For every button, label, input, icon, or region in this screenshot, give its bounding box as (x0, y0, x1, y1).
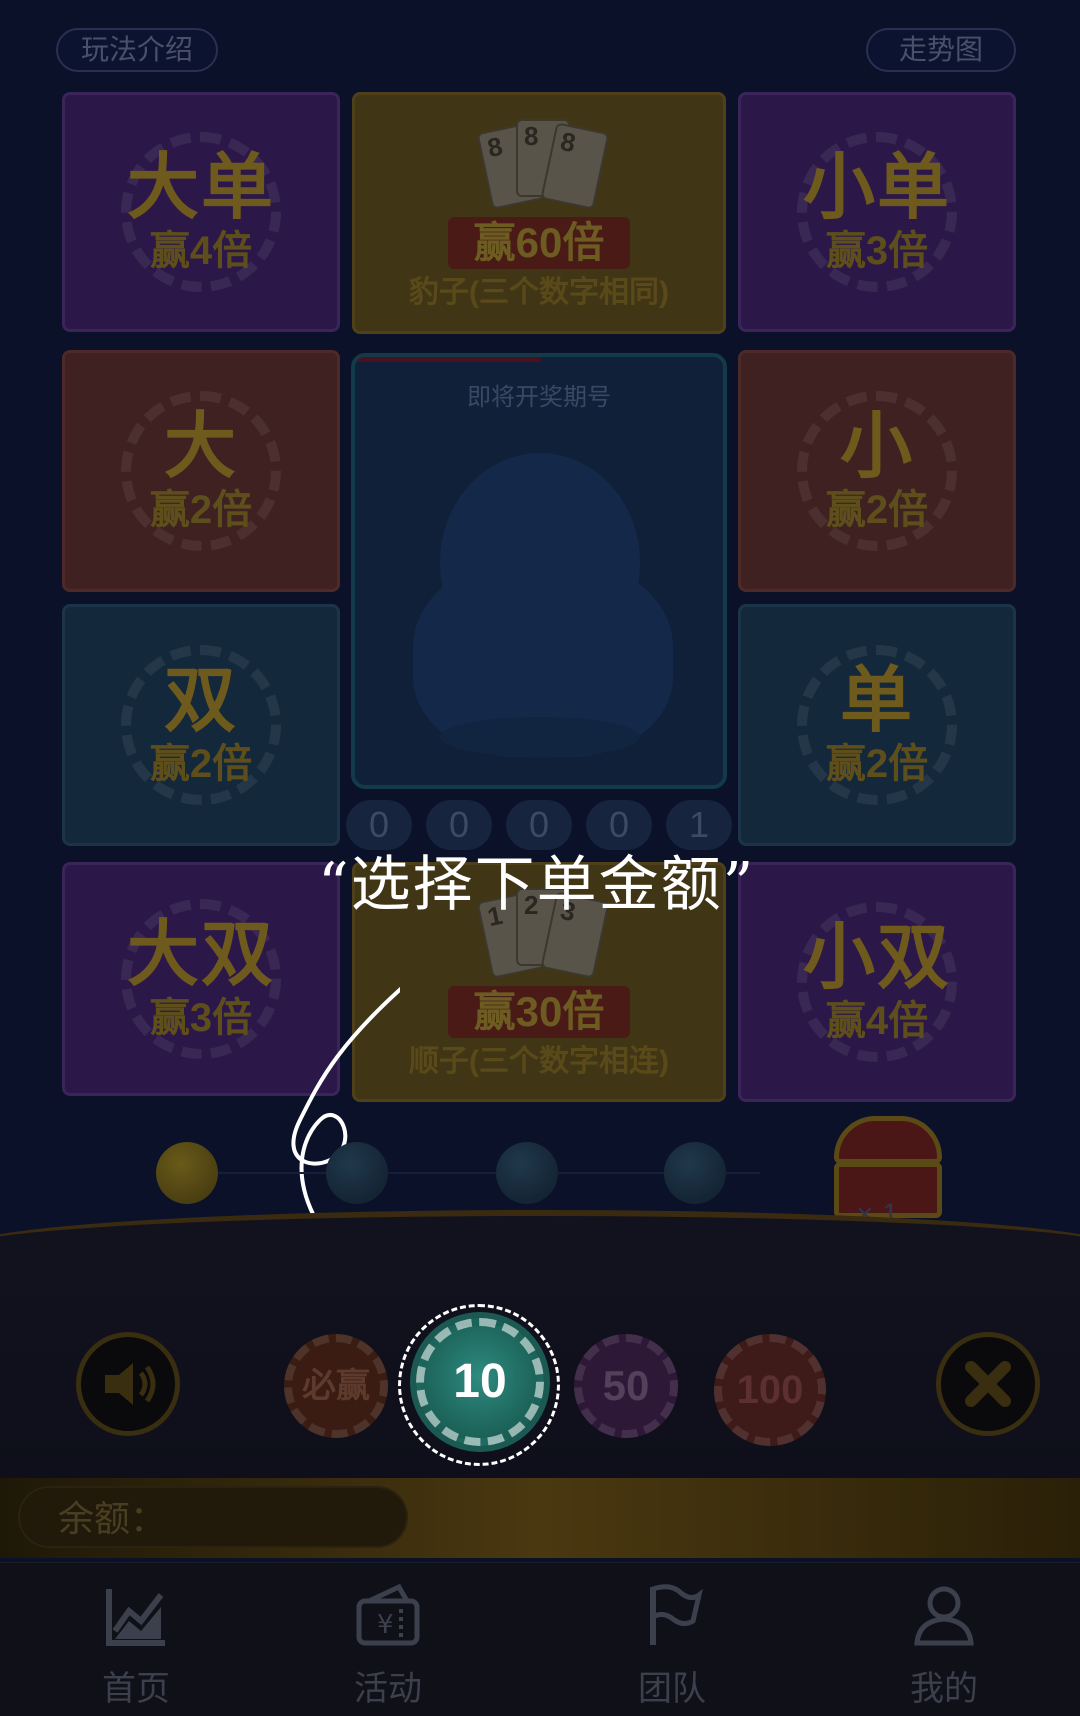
issue-digit: 1 (666, 800, 732, 850)
tile-description: 豹子(三个数字相同) (409, 276, 669, 309)
tile-description: 顺子(三个数字相连) (409, 1045, 669, 1078)
progress-step (326, 1142, 388, 1204)
tile-odds: 赢2倍 (149, 488, 253, 532)
progress-step (496, 1142, 558, 1204)
tile-title: 双 (163, 661, 238, 741)
progress-step-done (156, 1142, 218, 1204)
chip-50[interactable]: 50 (574, 1334, 678, 1438)
penguin-head-shape (440, 453, 640, 673)
speaker-icon (105, 1363, 156, 1405)
tile-odds-ribbon: 赢30倍 (447, 986, 631, 1038)
balance-field: 余额： (18, 1486, 408, 1548)
tab-team[interactable]: 团队 (572, 1581, 772, 1710)
issue-digit: 0 (346, 800, 412, 850)
tab-label: 首页 (102, 1670, 170, 1708)
chip-100[interactable]: 100 (714, 1334, 826, 1446)
issue-digit: 0 (586, 800, 652, 850)
tile-odds-ribbon: 赢60倍 (447, 217, 631, 269)
tile-odds: 赢2倍 (149, 742, 253, 786)
tab-label: 我的 (910, 1670, 978, 1708)
tile-odds: 赢4倍 (825, 999, 929, 1043)
rules-button[interactable]: 玩法介绍 (56, 28, 218, 72)
tutorial-callout-text: “选择下单金额” (318, 850, 756, 920)
tab-label: 团队 (638, 1670, 706, 1708)
bottom-tab-bar: 首页 ¥ 活动 团队 我的 (0, 1562, 1080, 1716)
clear-bets-button[interactable] (936, 1332, 1040, 1436)
tab-mine[interactable]: 我的 (844, 1581, 1044, 1710)
tile-title: 大 (163, 407, 238, 487)
bet-tile-small-odd[interactable]: 小单 赢3倍 (738, 92, 1016, 332)
penguin-feet-shape (440, 717, 640, 757)
flag-icon (650, 1584, 703, 1645)
tile-title: 单 (839, 661, 914, 741)
tile-title: 小双 (802, 918, 951, 998)
chip-must-win[interactable]: 必赢 (284, 1334, 388, 1438)
svg-text:¥: ¥ (377, 1610, 394, 1640)
issue-digit: 0 (506, 800, 572, 850)
chart-trend-icon (106, 1589, 165, 1646)
tile-title: 小单 (802, 148, 951, 228)
tile-odds: 赢3倍 (825, 229, 929, 273)
close-icon (965, 1361, 1011, 1407)
bet-tile-small[interactable]: 小 赢2倍 (738, 350, 1016, 592)
tab-activity[interactable]: ¥ 活动 (288, 1581, 488, 1710)
bet-tile-odd[interactable]: 单 赢2倍 (738, 604, 1016, 846)
bet-tile-even[interactable]: 双 赢2倍 (62, 604, 340, 846)
sound-button[interactable] (76, 1332, 180, 1436)
upcoming-issue-label: 即将开奖期号 (467, 384, 611, 411)
tab-home[interactable]: 首页 (36, 1581, 236, 1710)
chest-lid (834, 1116, 942, 1164)
bet-tile-big-odd[interactable]: 大单 赢4倍 (62, 92, 340, 332)
playing-cards-icon: 8 8 8 (454, 113, 624, 213)
issue-digit: 0 (426, 800, 492, 850)
person-icon (914, 1586, 974, 1646)
tile-title: 大双 (126, 915, 275, 995)
tile-title: 大单 (126, 148, 275, 228)
progress-step (664, 1142, 726, 1204)
balance-bar: 余额： (0, 1478, 1080, 1558)
balance-label: 余额： (58, 1498, 167, 1539)
ticket-yen-icon: ¥ (356, 1583, 420, 1646)
bet-tile-triple[interactable]: 8 8 8 赢60倍 豹子(三个数字相同) (352, 92, 726, 334)
tile-odds: 赢2倍 (825, 488, 929, 532)
draw-panel: 即将开奖期号 (351, 353, 727, 789)
bet-tile-big[interactable]: 大 赢2倍 (62, 350, 340, 592)
countdown-bar (355, 357, 541, 362)
trend-chart-button[interactable]: 走势图 (866, 28, 1016, 72)
tab-label: 活动 (354, 1670, 422, 1708)
tile-odds: 赢4倍 (149, 229, 253, 273)
tile-odds: 赢2倍 (825, 742, 929, 786)
chip-10[interactable]: 10 (416, 1318, 544, 1446)
tile-odds: 赢3倍 (149, 996, 253, 1040)
tile-title: 小 (839, 407, 914, 487)
